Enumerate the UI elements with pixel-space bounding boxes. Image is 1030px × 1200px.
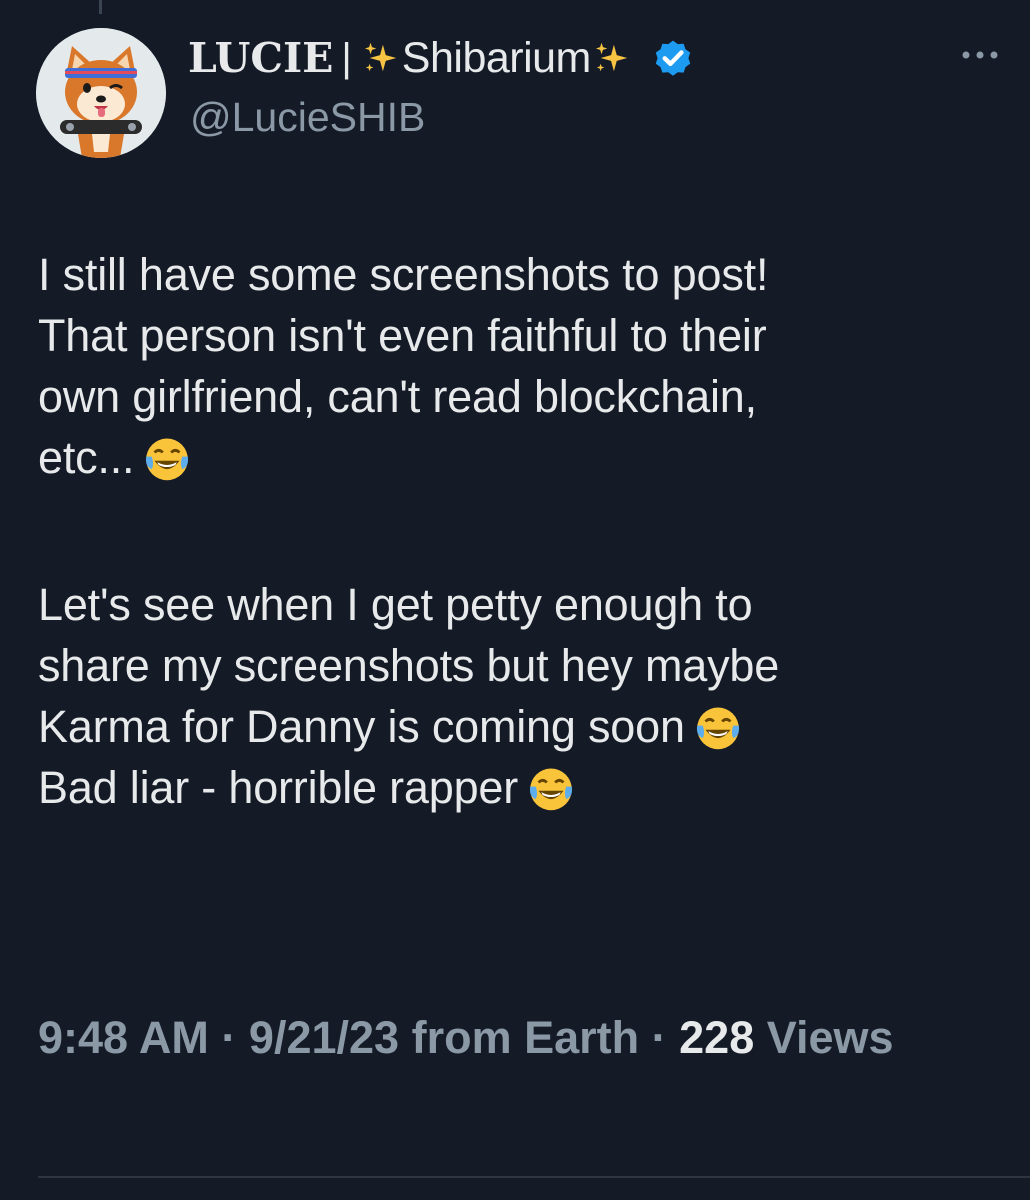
tweet-text-segment: etc... [38,432,135,483]
tweet-source: from Earth [411,1012,640,1063]
tweet-text: I still have some screenshots to post! T… [38,244,1013,818]
tweet-text-line: That person isn't even faithful to their [38,310,767,361]
face-with-tears-of-joy-icon [696,707,739,750]
author-name-row[interactable]: LUCIE | Shibarium [188,30,695,86]
more-options-button[interactable] [950,40,1010,70]
face-with-tears-of-joy-icon [146,438,189,481]
name-separator: | [341,35,352,80]
sparkles-icon [595,42,628,72]
tweet-text-line-with-emoji: Bad liar - horrible rapper [38,757,1013,818]
divider [38,1176,1030,1178]
author-brand: Shibarium [401,33,592,82]
tweet-time[interactable]: 9:48 AM [38,1012,209,1063]
tweet-text-segment: Bad liar - horrible rapper [38,762,519,813]
author-name[interactable]: LUCIE [188,34,333,82]
tweet-text-segment: Karma for Danny is coming soon [38,701,685,752]
tweet-date[interactable]: 9/21/23 [249,1012,399,1063]
tweet-text-line: own girlfriend, can't read blockchain, [38,371,757,422]
tweet-text-line-with-emoji: Karma for Danny is coming soon [38,696,1013,757]
sparkles-icon [364,42,396,72]
shiba-avatar-image [36,28,166,158]
tweet-text-line: I still have some screenshots to post! [38,249,769,300]
more-horizontal-icon [962,51,998,59]
thread-connector-line [99,0,102,14]
views-label: Views [766,1012,894,1063]
meta-dot: · [651,1012,667,1063]
tweet-text-line-with-emoji: etc... [38,427,1013,488]
face-with-tears-of-joy-icon [529,768,573,811]
meta-dot: · [221,1012,237,1063]
tweet-metadata: 9:48 AM · 9/21/23 from Earth · 228 Views [38,1008,998,1068]
tweet-text-line: share my screenshots but hey maybe [38,640,780,691]
avatar[interactable] [36,28,166,158]
tweet-text-line: Let's see when I get petty enough to [38,579,753,630]
verified-badge-icon [655,40,691,76]
author-handle[interactable]: @LucieSHIB [190,94,425,141]
views-count: 228 [679,1012,755,1063]
